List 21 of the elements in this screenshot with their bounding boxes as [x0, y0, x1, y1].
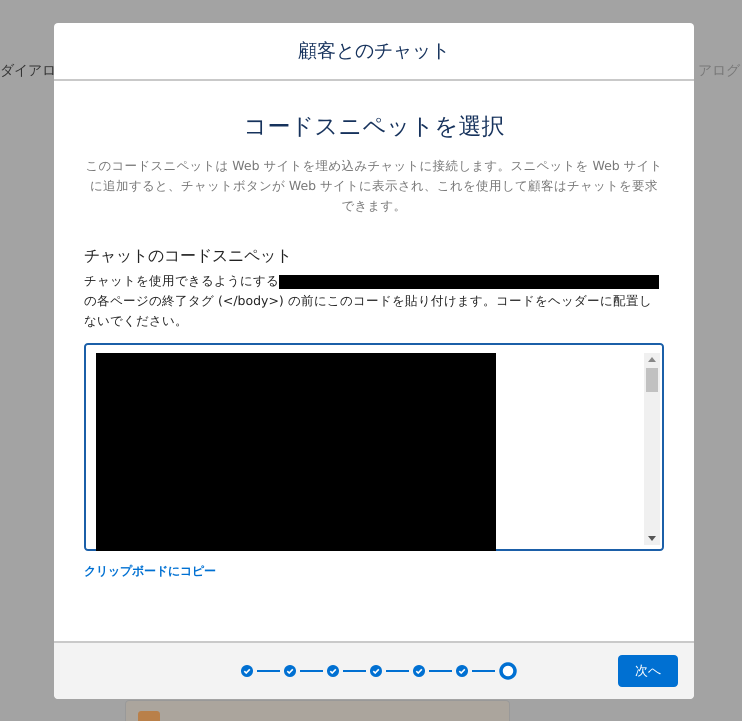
instruction-text: の各ページの終了タグ (</body>) の前にこのコードを貼り付けます。コードをヘッダーに配置しないでください。 [84, 293, 652, 328]
step-complete-icon[interactable] [327, 665, 339, 677]
section-title: チャットのコードスニペット [84, 246, 293, 267]
step-complete-icon[interactable] [370, 665, 382, 677]
step-current-icon[interactable] [499, 662, 517, 680]
copy-link[interactable]: クリップボードにコピー [84, 563, 216, 580]
instruction-text: チャットを使用できるようにする [84, 273, 279, 288]
step-heading: コードスニペットを選択 [242, 113, 506, 142]
dialog-title: 顧客とのチャット [298, 39, 450, 64]
scroll-up-icon[interactable] [648, 357, 656, 362]
step-complete-icon[interactable] [241, 665, 253, 677]
step-complete-icon[interactable] [413, 665, 425, 677]
description: このコードスニペットは Web サイトを埋め込みチャットに接続します。スニペットを Web サイトに追加すると、チャットボタンが Web サイトに表示され、これを使用して顧客はチャットを要求できます。 [84, 157, 664, 215]
scroll-down-icon[interactable] [648, 536, 656, 541]
scrollbar[interactable] [644, 353, 660, 545]
scrollbar-thumb[interactable] [646, 368, 658, 392]
background-text: ダイアロ [0, 62, 56, 80]
code-snippet-field[interactable] [84, 343, 664, 551]
step-complete-icon[interactable] [456, 665, 468, 677]
next-button[interactable]: 次へ [618, 655, 678, 687]
step-complete-icon[interactable] [284, 665, 296, 677]
